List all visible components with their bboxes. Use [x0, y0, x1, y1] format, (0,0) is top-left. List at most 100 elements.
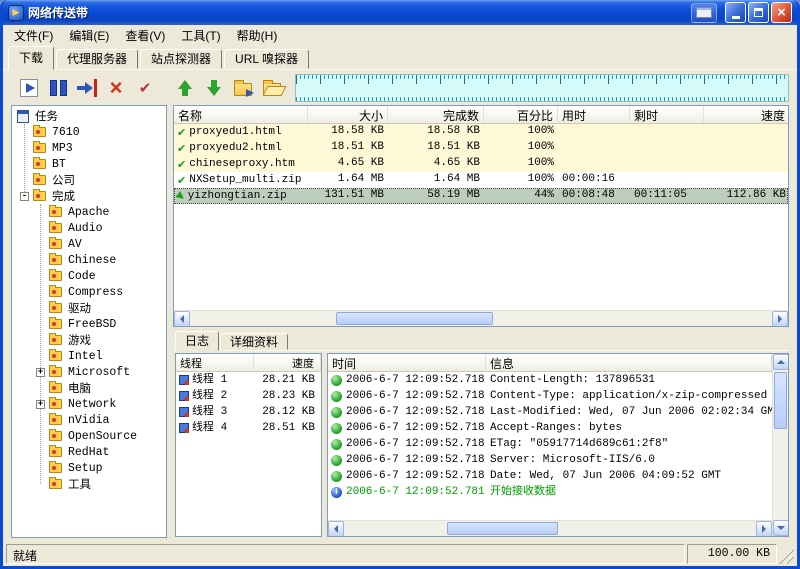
log-row[interactable]: 2006-6-7 12:09:52.718Date: Wed, 07 Jun 2… [328, 468, 772, 484]
log-row[interactable]: 2006-6-7 12:09:52.718ETag: "05917714d689… [328, 436, 772, 452]
column-header-percent[interactable]: 百分比 [484, 106, 558, 123]
log-row[interactable]: 2006-6-7 12:09:52.718Accept-Ranges: byte… [328, 420, 772, 436]
log-row[interactable]: 2006-6-7 12:09:52.718Content-Type: appli… [328, 388, 772, 404]
tree-item-company[interactable]: 公司 [12, 172, 166, 188]
download-row[interactable]: ✔NXSetup_multi.zip1.64 MB1.64 MB100%00:0… [174, 172, 788, 188]
tree-item-redhat[interactable]: RedHat [12, 444, 166, 460]
column-header-elapsed[interactable]: 用时 [558, 106, 630, 123]
tree-item-code[interactable]: Code [12, 268, 166, 284]
log-row[interactable]: 2006-6-7 12:09:52.718Last-Modified: Wed,… [328, 404, 772, 420]
menu-item-help[interactable]: 帮助(H) [229, 25, 286, 46]
tree-root[interactable]: 任务 [12, 108, 166, 124]
tree-item-microsoft[interactable]: +Microsoft [12, 364, 166, 380]
move-down-button[interactable] [200, 74, 228, 102]
tab-site-explorer[interactable]: 站点探测器 [140, 49, 222, 69]
tree-item-finished[interactable]: -完成 [12, 188, 166, 204]
tab-download[interactable]: 下载 [8, 46, 54, 70]
log-column-header-1[interactable]: 信息 [486, 354, 772, 371]
scroll-right-button[interactable] [756, 521, 772, 537]
tree-item-mp3[interactable]: MP3 [12, 140, 166, 156]
tree-item-setup[interactable]: Setup [12, 460, 166, 476]
column-header-done[interactable]: 完成数 [388, 106, 484, 123]
download-row[interactable]: ✔proxyedu1.html18.58 KB18.58 KB100% [174, 124, 788, 140]
tree-item-nvidia[interactable]: nVidia [12, 412, 166, 428]
scrollbar-thumb[interactable] [774, 372, 787, 429]
download-hscrollbar[interactable] [174, 310, 788, 326]
scroll-left-button[interactable] [174, 311, 190, 327]
tree-item-tools[interactable]: 工具 [12, 476, 166, 492]
tree-item-audio[interactable]: Audio [12, 220, 166, 236]
start-button[interactable] [15, 74, 43, 102]
tab-log[interactable]: 日志 [175, 331, 219, 351]
thread-row[interactable]: 线程 128.21 KB [176, 372, 321, 388]
thread-column-header-0[interactable]: 线程 [176, 354, 254, 371]
log-column-header-0[interactable]: 时间 [328, 354, 486, 371]
tree-item-network[interactable]: +Network [12, 396, 166, 412]
column-header-remain[interactable]: 剩时 [630, 106, 704, 123]
confirm-button[interactable] [131, 74, 159, 102]
scrollbar-track[interactable] [773, 370, 788, 520]
tree-item-intel[interactable]: Intel [12, 348, 166, 364]
tree-item-chinese[interactable]: Chinese [12, 252, 166, 268]
tree-item-apache[interactable]: Apache [12, 204, 166, 220]
drop-basket-button[interactable] [691, 3, 717, 23]
maximize-button[interactable] [748, 2, 769, 23]
delete-button[interactable] [102, 74, 130, 102]
download-row[interactable]: ✔chineseproxy.htm4.65 KB4.65 KB100% [174, 156, 788, 172]
thread-row[interactable]: 线程 428.51 KB [176, 420, 321, 436]
tab-proxy-server[interactable]: 代理服务器 [56, 49, 138, 69]
tree-item-opensource[interactable]: OpenSource [12, 428, 166, 444]
menu-item-file[interactable]: 文件(F) [6, 25, 61, 46]
column-header-speed[interactable]: 速度 [704, 106, 788, 123]
thread-column-header-1[interactable]: 速度 [254, 354, 321, 371]
log-hscrollbar[interactable] [328, 520, 772, 536]
close-button[interactable] [771, 2, 792, 23]
minimize-button[interactable] [725, 2, 746, 23]
tree-item-computer[interactable]: 电脑 [12, 380, 166, 396]
download-row[interactable]: ✔proxyedu2.html18.51 KB18.51 KB100% [174, 140, 788, 156]
menu-item-tools[interactable]: 工具(T) [173, 25, 228, 46]
expand-icon[interactable]: + [36, 400, 45, 409]
tree-item-drivers[interactable]: 驱动 [12, 300, 166, 316]
tree-item-label: nVidia [66, 414, 111, 427]
scrollbar-track[interactable] [344, 521, 756, 536]
collapse-icon[interactable]: - [20, 192, 29, 201]
tree-item-compress[interactable]: Compress [12, 284, 166, 300]
stop-button[interactable] [73, 74, 101, 102]
open-file-button[interactable] [229, 74, 257, 102]
log-vscrollbar[interactable] [772, 354, 788, 536]
resize-grip[interactable] [779, 544, 794, 564]
scroll-left-button[interactable] [328, 521, 344, 537]
log-time-cell: 2006-6-7 12:09:52.718 [328, 405, 486, 420]
thread-row[interactable]: 线程 328.12 KB [176, 404, 321, 420]
tree-item-7610[interactable]: 7610 [12, 124, 166, 140]
column-header-name[interactable]: 名称 [174, 106, 308, 123]
menu-item-view[interactable]: 查看(V) [117, 25, 173, 46]
scrollbar-track[interactable] [190, 311, 772, 326]
titlebar[interactable]: 网络传送带 [3, 0, 797, 25]
pause-button[interactable] [44, 74, 72, 102]
log-message: Accept-Ranges: bytes [486, 421, 772, 436]
cell-remain [630, 124, 704, 140]
move-up-button[interactable] [171, 74, 199, 102]
scrollbar-thumb[interactable] [447, 522, 558, 535]
column-header-size[interactable]: 大小 [308, 106, 388, 123]
log-row[interactable]: 2006-6-7 12:09:52.718Server: Microsoft-I… [328, 452, 772, 468]
scrollbar-thumb[interactable] [336, 312, 493, 325]
log-row[interactable]: 2006-6-7 12:09:52.718Content-Length: 137… [328, 372, 772, 388]
tree-item-games[interactable]: 游戏 [12, 332, 166, 348]
log-row[interactable]: i2006-6-7 12:09:52.781开始接收数据 [328, 484, 772, 500]
scroll-right-button[interactable] [772, 311, 788, 327]
open-folder-button[interactable] [258, 74, 286, 102]
tree-item-freebsd[interactable]: FreeBSD [12, 316, 166, 332]
tree-item-av[interactable]: AV [12, 236, 166, 252]
expand-icon[interactable]: + [36, 368, 45, 377]
menu-item-edit[interactable]: 编辑(E) [61, 25, 117, 46]
scroll-up-button[interactable] [773, 354, 789, 370]
download-row[interactable]: ▶yizhongtian.zip131.51 MB58.19 MB44%00:0… [174, 188, 788, 204]
tab-details[interactable]: 详细资料 [220, 333, 288, 350]
thread-row[interactable]: 线程 228.23 KB [176, 388, 321, 404]
scroll-down-button[interactable] [773, 520, 789, 536]
tree-item-bt[interactable]: BT [12, 156, 166, 172]
tab-url-sniffer[interactable]: URL 嗅探器 [224, 49, 309, 69]
